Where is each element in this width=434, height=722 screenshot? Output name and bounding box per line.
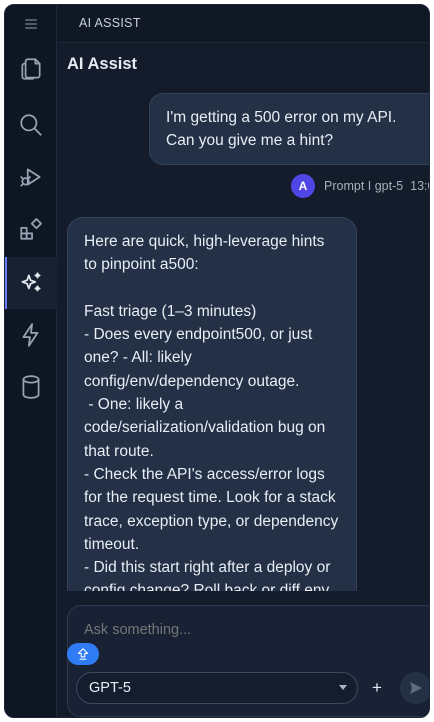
extensions-icon	[20, 218, 42, 240]
window-title: AI ASSIST	[79, 16, 141, 30]
debug-icon	[20, 168, 41, 187]
prompt-input[interactable]	[84, 622, 404, 638]
upload-arrow-icon	[77, 648, 89, 660]
add-context-button[interactable]: +	[372, 678, 382, 698]
lightning-icon	[22, 323, 39, 347]
upload-button[interactable]	[67, 643, 99, 665]
model-select-value: GPT-5	[89, 680, 131, 696]
avatar: A	[291, 174, 315, 198]
sparkles-icon	[21, 272, 41, 292]
chevron-down-icon	[339, 685, 347, 690]
send-button[interactable]	[400, 672, 429, 704]
menu-button[interactable]	[5, 5, 57, 43]
files-icon	[21, 58, 41, 80]
activity-extensions[interactable]	[5, 205, 57, 253]
menu-icon	[25, 19, 37, 29]
activity-explorer[interactable]	[5, 45, 57, 93]
assistant-message: Here are quick, high-leverage hints to p…	[67, 217, 357, 591]
activity-ai-assist[interactable]	[5, 257, 57, 309]
activity-actions[interactable]	[5, 311, 57, 359]
search-icon	[20, 114, 42, 136]
user-message: I'm getting a 500 error on my API. Can y…	[149, 93, 429, 165]
activity-search[interactable]	[5, 101, 57, 149]
user-message-text: I'm getting a 500 error on my API. Can y…	[166, 109, 397, 149]
model-select[interactable]: GPT-5	[76, 672, 358, 704]
activity-database[interactable]	[5, 363, 57, 411]
activity-bar	[5, 5, 57, 717]
assistant-message-text: Here are quick, high-leverage hints to p…	[84, 233, 339, 591]
ai-assist-panel: AI Assist I'm getting a 500 error on my …	[57, 43, 429, 717]
database-icon	[22, 375, 40, 399]
composer: GPT-5 +	[67, 605, 429, 717]
app-window: AI ASSIST AI Assist I'm getting a 500 er…	[4, 4, 430, 718]
message-meta: A Prompt I gpt-5 13:0	[291, 173, 429, 199]
message-list[interactable]: I'm getting a 500 error on my API. Can y…	[57, 87, 429, 591]
activity-run-debug[interactable]	[5, 153, 57, 201]
message-meta-text: Prompt I gpt-5 13:0	[324, 179, 429, 193]
panel-title: AI Assist	[67, 55, 137, 73]
send-icon	[410, 682, 422, 694]
title-bar: AI ASSIST	[57, 5, 429, 43]
